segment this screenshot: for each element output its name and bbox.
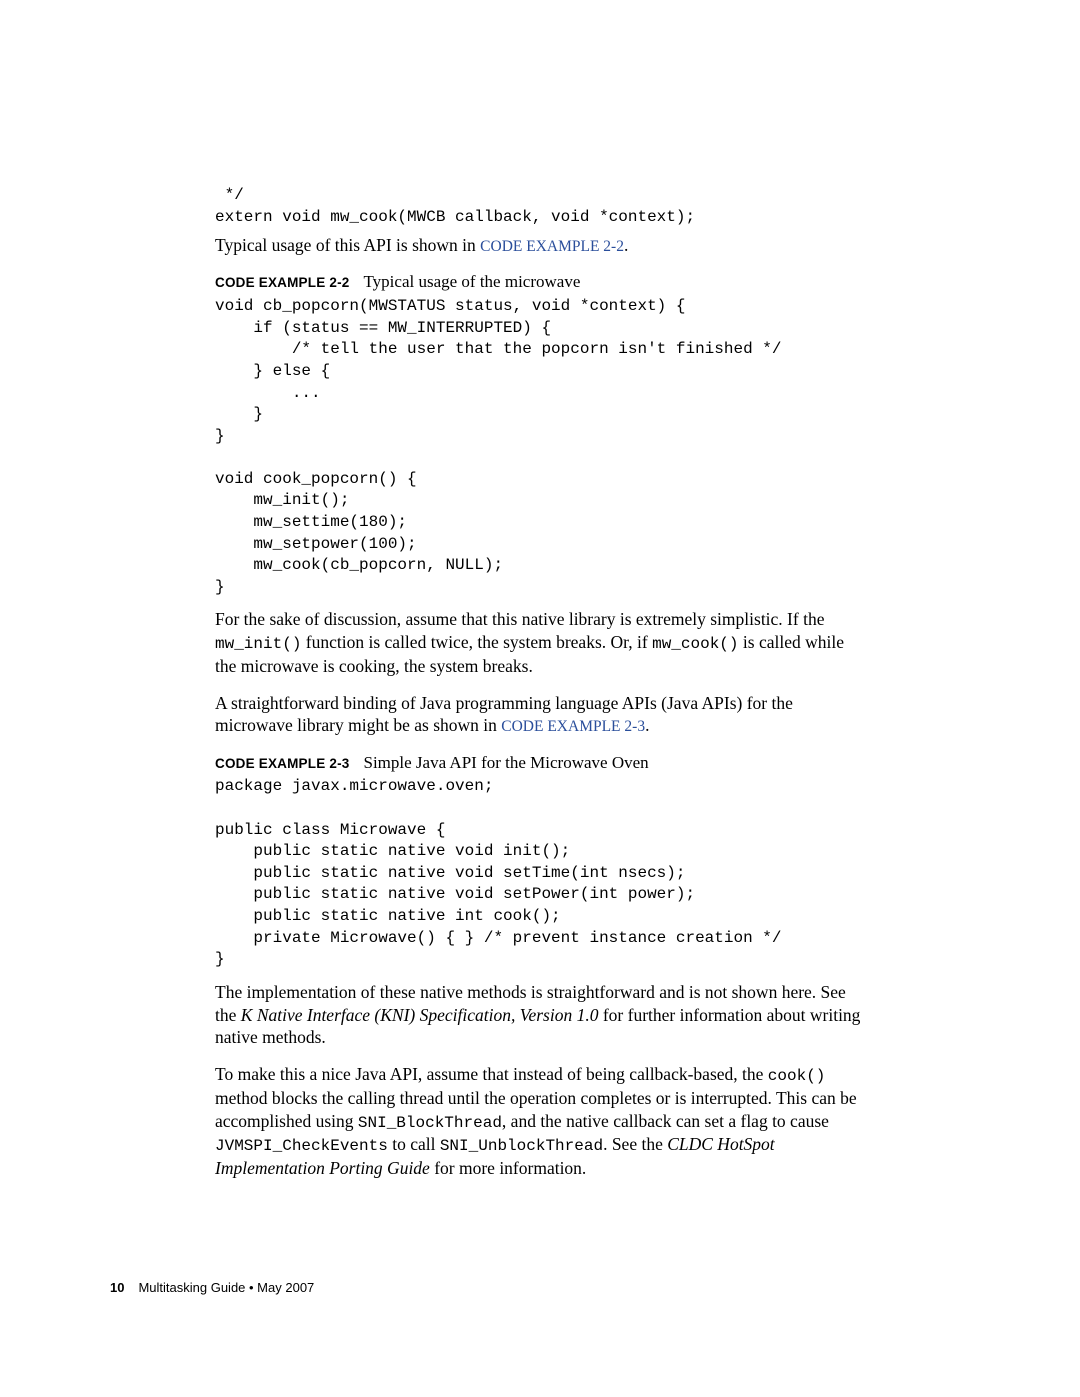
code-example-2-2-header: CODE EXAMPLE 2-2 Typical usage of the mic… — [215, 271, 865, 294]
inline-code-jvmspi: JVMSPI_CheckEvents — [215, 1137, 388, 1155]
example-label: CODE EXAMPLE 2-3 — [215, 756, 349, 771]
text: . See the — [603, 1134, 667, 1154]
page-footer: 10 Multitasking Guide • May 2007 — [110, 1280, 314, 1295]
page-number: 10 — [110, 1280, 124, 1295]
text: for more information. — [430, 1158, 586, 1178]
text: For the sake of discussion, assume that … — [215, 609, 824, 629]
paragraph-binding: A straightforward binding of Java progra… — [215, 692, 865, 738]
example-caption: Typical usage of the microwave — [363, 272, 580, 291]
paragraph-cook-api: To make this a nice Java API, assume tha… — [215, 1063, 865, 1180]
text: , and the native callback can set a flag… — [502, 1111, 829, 1131]
link-code-example-2-3[interactable]: CODE EXAMPLE 2-3 — [501, 718, 645, 735]
inline-code-mw-init: mw_init() — [215, 635, 301, 653]
inline-code-sni-block: SNI_BlockThread — [358, 1114, 502, 1132]
text: . — [624, 235, 628, 255]
text: To make this a nice Java API, assume tha… — [215, 1064, 768, 1084]
inline-code-sni-unblock: SNI_UnblockThread — [440, 1137, 603, 1155]
code-block-example-2-3: package javax.microwave.oven; public cla… — [215, 776, 865, 970]
paragraph-discussion: For the sake of discussion, assume that … — [215, 608, 865, 677]
text: to call — [388, 1134, 440, 1154]
example-label: CODE EXAMPLE 2-2 — [215, 275, 349, 290]
inline-code-mw-cook: mw_cook() — [652, 635, 738, 653]
link-code-example-2-2[interactable]: CODE EXAMPLE 2-2 — [480, 238, 624, 255]
paragraph-intro: Typical usage of this API is shown in CO… — [215, 234, 865, 257]
example-caption: Simple Java API for the Microwave Oven — [363, 753, 648, 772]
footer-title: Multitasking Guide • May 2007 — [138, 1280, 314, 1295]
text: Typical usage of this API is shown in — [215, 235, 480, 255]
italic-kni-spec: K Native Interface (KNI) Specification, … — [241, 1005, 599, 1025]
inline-code-cook: cook() — [768, 1067, 826, 1085]
text: . — [645, 715, 649, 735]
code-example-2-3-header: CODE EXAMPLE 2-3 Simple Java API for the … — [215, 752, 865, 775]
code-block-top: */ extern void mw_cook(MWCB callback, vo… — [215, 185, 865, 228]
page-content: */ extern void mw_cook(MWCB callback, vo… — [215, 185, 865, 1194]
text: function is called twice, the system bre… — [301, 632, 652, 652]
code-block-example-2-2: void cb_popcorn(MWSTATUS status, void *c… — [215, 296, 865, 598]
paragraph-implementation: The implementation of these native metho… — [215, 981, 865, 1049]
